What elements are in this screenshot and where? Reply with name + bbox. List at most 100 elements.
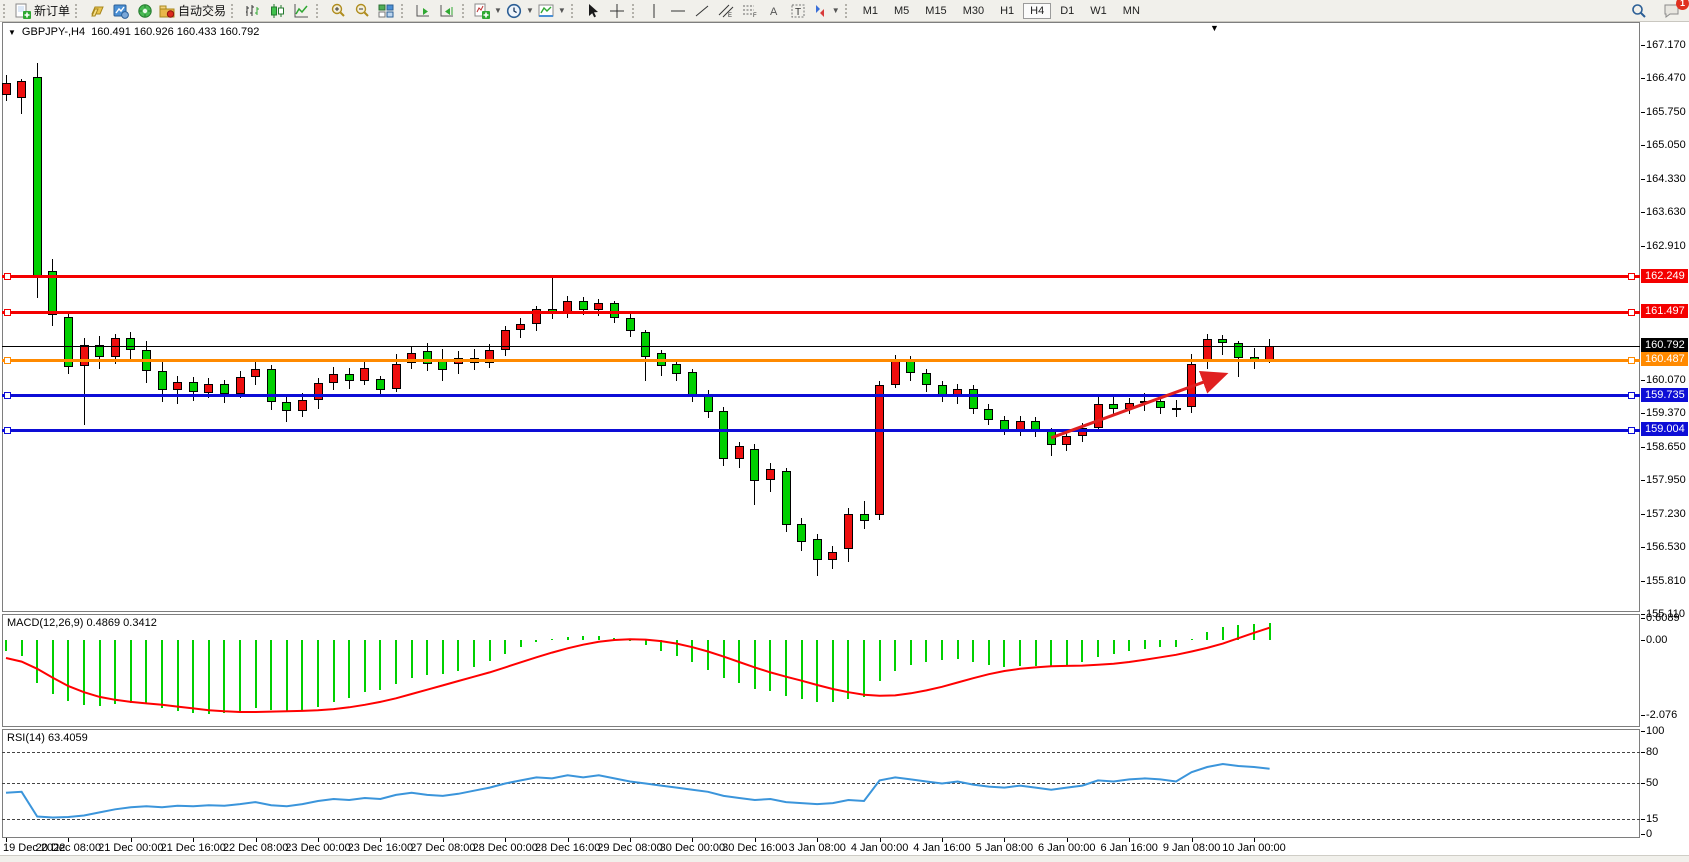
candle-body (392, 364, 401, 389)
candle-chart-mode-button[interactable] (265, 2, 289, 20)
line-handle[interactable] (1628, 392, 1635, 399)
vertical-line-tool-button[interactable] (642, 2, 666, 20)
trendline-tool-button[interactable] (690, 2, 714, 20)
price-axis-tick-label[interactable]: 155.810 (1646, 575, 1686, 587)
timeframe-m30[interactable]: M30 (956, 3, 991, 19)
time-axis-label[interactable]: 28 Dec 16:00 (535, 842, 600, 854)
text-label-tool-button[interactable]: T (786, 2, 810, 20)
time-axis-label[interactable]: 10 Jan 00:00 (1222, 842, 1286, 854)
price-axis-tick-label[interactable]: 156.530 (1646, 541, 1686, 553)
autotrading-button[interactable]: 自动交易 (157, 2, 228, 20)
line-handle[interactable] (4, 309, 11, 316)
price-axis-tick-label[interactable]: 164.330 (1646, 173, 1686, 185)
timeframe-h4[interactable]: H4 (1023, 3, 1051, 19)
time-axis-label[interactable]: 30 Dec 16:00 (722, 842, 787, 854)
text-tool-button[interactable]: A (762, 2, 786, 20)
auto-scroll-button[interactable] (411, 2, 435, 20)
price-axis-tick-label[interactable]: 165.050 (1646, 139, 1686, 151)
timeframe-m1[interactable]: M1 (856, 3, 885, 19)
indicators-button[interactable]: ▼ (472, 2, 504, 20)
line-chart-mode-button[interactable] (289, 2, 313, 20)
channel-tool-button[interactable]: E (714, 2, 738, 20)
horizontal-line-tool-button[interactable] (666, 2, 690, 20)
price-axis-tick-label[interactable]: 163.630 (1646, 206, 1686, 218)
zoom-out-button[interactable] (350, 2, 374, 20)
line-handle[interactable] (4, 357, 11, 364)
price-axis-tick-label[interactable]: 159.370 (1646, 407, 1686, 419)
line-handle[interactable] (1628, 273, 1635, 280)
fibonacci-tool-button[interactable]: F (738, 2, 762, 20)
line-handle[interactable] (4, 273, 11, 280)
rsi-panel[interactable] (2, 729, 1640, 838)
time-axis-label[interactable]: 6 Jan 16:00 (1100, 842, 1158, 854)
line-handle[interactable] (1628, 427, 1635, 434)
candle-body (95, 345, 104, 357)
timeframe-m5[interactable]: M5 (887, 3, 916, 19)
macd-panel[interactable] (2, 614, 1640, 727)
arrows-tool-button[interactable]: ▼ (810, 2, 842, 20)
candle-body (173, 382, 182, 390)
time-axis-label[interactable]: 21 Dec 00:00 (98, 842, 163, 854)
horizontal-line[interactable] (2, 359, 1640, 362)
new-order-button[interactable]: 新订单 (13, 2, 72, 20)
zoom-in-button[interactable] (326, 2, 350, 20)
horizontal-line[interactable] (2, 311, 1640, 314)
price-axis-tick-label[interactable]: 158.650 (1646, 441, 1686, 453)
notifications-button[interactable]: 1 (1659, 2, 1683, 20)
time-axis-label[interactable]: 3 Jan 08:00 (788, 842, 846, 854)
time-axis-label[interactable]: 28 Dec 00:00 (472, 842, 537, 854)
candle-body (1172, 408, 1181, 411)
price-axis-tick-label[interactable]: 160.070 (1646, 374, 1686, 386)
time-axis-label[interactable]: 30 Dec 00:00 (660, 842, 725, 854)
price-axis-tick-label[interactable]: 157.230 (1646, 508, 1686, 520)
timeframe-w1[interactable]: W1 (1083, 3, 1114, 19)
main-price-panel[interactable] (2, 22, 1640, 612)
price-axis-tick-label[interactable]: 162.910 (1646, 240, 1686, 252)
price-axis-tick-label[interactable]: 166.470 (1646, 72, 1686, 84)
navigator-button[interactable] (133, 2, 157, 20)
chart-profiles-button[interactable] (85, 2, 109, 20)
time-axis-label[interactable]: 6 Jan 00:00 (1038, 842, 1096, 854)
time-axis-label[interactable]: 9 Jan 08:00 (1163, 842, 1221, 854)
cursor-tool-button[interactable] (581, 2, 605, 20)
timeframe-mn[interactable]: MN (1116, 3, 1147, 19)
price-axis-tick-label[interactable]: 157.950 (1646, 474, 1686, 486)
line-handle[interactable] (1628, 309, 1635, 316)
horizontal-line[interactable] (2, 429, 1640, 432)
macd-histogram-bar (1222, 627, 1224, 640)
timeframe-h1[interactable]: H1 (993, 3, 1021, 19)
time-axis-label[interactable]: 22 Dec 08:00 (223, 842, 288, 854)
bar-chart-mode-button[interactable] (241, 2, 265, 20)
price-axis-tick-label[interactable]: 167.170 (1646, 39, 1686, 51)
line-handle[interactable] (1628, 357, 1635, 364)
market-watch-button[interactable] (109, 2, 133, 20)
symbol-dropdown-icon[interactable]: ▼ (8, 28, 16, 37)
chart-shift-marker[interactable]: ▼ (1210, 23, 1219, 33)
search-button[interactable] (1627, 2, 1651, 20)
timeframe-m15[interactable]: M15 (918, 3, 953, 19)
time-axis-label[interactable]: 21 Dec 16:00 (160, 842, 225, 854)
horizontal-line[interactable] (2, 394, 1640, 397)
chart-shift-button[interactable] (435, 2, 459, 20)
horizontal-line[interactable] (2, 275, 1640, 278)
time-axis-label[interactable]: 20 Dec 08:00 (36, 842, 101, 854)
time-axis-label[interactable]: 5 Jan 08:00 (976, 842, 1034, 854)
time-axis-label[interactable]: 4 Jan 16:00 (913, 842, 971, 854)
time-axis-label[interactable]: 23 Dec 16:00 (348, 842, 413, 854)
line-handle[interactable] (4, 392, 11, 399)
time-axis-label[interactable]: 23 Dec 00:00 (285, 842, 350, 854)
time-axis-label[interactable]: 29 Dec 08:00 (597, 842, 662, 854)
periods-button[interactable]: ▼ (504, 2, 536, 20)
crosshair-tool-button[interactable] (605, 2, 629, 20)
macd-indicator-label: MACD(12,26,9) 0.4869 0.3412 (7, 617, 157, 629)
price-axis-tick-label[interactable]: 165.750 (1646, 106, 1686, 118)
macd-histogram-bar (816, 640, 818, 702)
time-axis-label[interactable]: 27 Dec 08:00 (410, 842, 475, 854)
line-handle[interactable] (4, 427, 11, 434)
templates-button[interactable]: ▼ (536, 2, 568, 20)
tile-windows-button[interactable] (374, 2, 398, 20)
timeframe-d1[interactable]: D1 (1053, 3, 1081, 19)
macd-histogram-bar (489, 640, 491, 661)
time-axis-label[interactable]: 4 Jan 00:00 (851, 842, 909, 854)
price-axis-tick (1641, 413, 1645, 414)
